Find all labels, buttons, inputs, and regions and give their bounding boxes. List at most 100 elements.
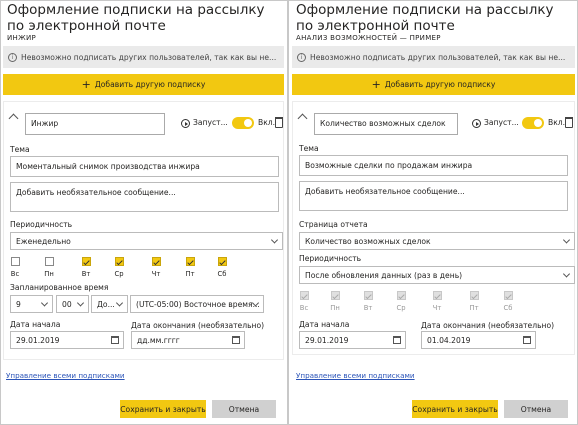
day-checkbox-fri: Пт <box>465 291 483 312</box>
end-date-value: 01.04.2019 <box>427 335 471 345</box>
checkbox-disabled-icon <box>363 291 373 300</box>
cancel-button[interactable]: Отмена <box>212 400 276 418</box>
cancel-button[interactable]: Отмена <box>504 400 568 418</box>
manage-subscriptions-link[interactable]: Управление всеми подписками <box>6 371 125 380</box>
chevron-down-icon <box>562 270 571 278</box>
collapse-chevron-icon[interactable] <box>8 113 19 124</box>
warning-text: Невозможно подписать других пользователе… <box>21 52 277 62</box>
toggle-label: Вкл. <box>258 118 276 127</box>
day-checkbox-sat: Сб <box>499 291 517 312</box>
report-page-select[interactable]: Количество возможных сделок <box>299 232 575 250</box>
run-now-icon[interactable] <box>472 119 481 128</box>
calendar-icon[interactable] <box>232 336 240 344</box>
start-date-label: Дата начала <box>10 320 61 329</box>
subject-input[interactable]: Моментальный снимок производства инжира <box>10 156 279 177</box>
plus-icon: + <box>371 78 381 91</box>
chevron-down-icon <box>562 236 571 244</box>
day-checkbox-sun[interactable]: Вс <box>6 257 24 278</box>
day-checkbox-tue[interactable]: Вт <box>77 257 95 278</box>
end-date-input[interactable]: 01.04.2019 <box>421 331 536 349</box>
message-textarea[interactable]: Добавить необязательное сообщение... <box>10 182 279 212</box>
pane-subtitle: АНАЛИЗ ВОЗМОЖНОСТЕЙ — ПРИМЕР <box>296 34 441 42</box>
day-checkbox-sun: Вс <box>295 291 313 312</box>
day-checkbox-thu[interactable]: Чт <box>147 257 165 278</box>
checkbox-disabled-icon <box>396 291 406 300</box>
hour-select[interactable]: 9 <box>10 295 53 313</box>
day-label: Пн <box>330 304 340 312</box>
calendar-icon[interactable] <box>111 336 119 344</box>
frequency-select[interactable]: Еженедельно <box>10 232 283 250</box>
report-page-label: Страница отчета <box>299 220 368 229</box>
pane-title: Оформление подписки на рассылку по элект… <box>296 2 554 34</box>
pane-subtitle: ИНЖИР <box>7 34 36 42</box>
info-icon: i <box>8 52 17 62</box>
add-subscription-button[interactable]: + Добавить другую подписку <box>292 74 575 95</box>
checkbox-checked-icon <box>217 257 227 266</box>
timezone-value: (UTC-05:00) Восточное время... <box>136 299 260 309</box>
run-now-icon[interactable] <box>181 119 190 128</box>
chevron-down-icon <box>40 299 49 307</box>
warning-bar: i Невозможно подписать других пользовате… <box>3 46 284 68</box>
toggle-label: Вкл. <box>548 118 566 127</box>
checkbox-disabled-icon <box>299 291 309 300</box>
hour-value: 9 <box>16 299 21 309</box>
start-date-value: 29.01.2019 <box>305 335 349 345</box>
day-checkbox-thu: Чт <box>428 291 446 312</box>
start-date-value: 29.01.2019 <box>16 335 60 345</box>
subscription-card: Инжир Запуст... Вкл. Тема Моментальный с… <box>3 101 284 360</box>
delete-icon[interactable] <box>565 117 573 128</box>
day-checkbox-wed[interactable]: Ср <box>110 257 128 278</box>
minute-select[interactable]: 00 <box>56 295 89 313</box>
ampm-value: До... <box>97 299 115 309</box>
end-date-value: дд.мм.гггг <box>137 335 180 345</box>
subject-label: Тема <box>10 145 30 154</box>
subscription-toggle[interactable] <box>522 117 544 129</box>
checkbox-icon <box>44 257 54 266</box>
minute-value: 00 <box>62 299 72 309</box>
subscribe-pane-left: Оформление подписки на рассылку по элект… <box>0 0 287 425</box>
subscription-name-input[interactable]: Инжир <box>25 113 165 135</box>
start-date-input[interactable]: 29.01.2019 <box>299 331 406 349</box>
subscription-toggle[interactable] <box>232 117 254 129</box>
delete-icon[interactable] <box>275 117 283 128</box>
day-label: Ср <box>114 270 124 278</box>
collapse-chevron-icon[interactable] <box>297 113 308 124</box>
subject-input[interactable]: Возможные сделки по продажам инжира <box>299 155 568 176</box>
manage-subscriptions-link[interactable]: Управление всеми подписками <box>296 371 415 380</box>
calendar-icon[interactable] <box>393 336 401 344</box>
calendar-icon[interactable] <box>523 336 531 344</box>
checkbox-icon <box>10 257 20 266</box>
frequency-label: Периодичность <box>299 254 362 263</box>
checkbox-checked-icon <box>185 257 195 266</box>
frequency-label: Периодичность <box>10 220 73 229</box>
checkbox-disabled-icon <box>432 291 442 300</box>
add-subscription-button[interactable]: + Добавить другую подписку <box>3 74 284 95</box>
timezone-select[interactable]: (UTC-05:00) Восточное время... <box>130 295 264 313</box>
day-checkbox-mon: Пн <box>326 291 344 312</box>
day-label: Вт <box>363 304 373 312</box>
warning-bar: i Невозможно подписать других пользовате… <box>292 46 575 68</box>
save-and-close-button[interactable]: Сохранить и закрыть <box>412 400 498 418</box>
run-now-label[interactable]: Запуст... <box>484 118 519 127</box>
chevron-down-icon <box>115 299 124 307</box>
subscribe-pane-right: Оформление подписки на рассылку по элект… <box>289 0 578 425</box>
day-checkbox-wed: Ср <box>392 291 410 312</box>
day-checkbox-fri[interactable]: Пт <box>181 257 199 278</box>
day-checkbox-sat[interactable]: Сб <box>213 257 231 278</box>
subscription-name-input[interactable]: Количество возможных сделок <box>314 113 458 135</box>
frequency-select[interactable]: После обновления данных (раз в день) <box>299 266 575 284</box>
day-label: Чт <box>151 270 161 278</box>
info-icon: i <box>297 52 306 62</box>
save-and-close-button[interactable]: Сохранить и закрыть <box>120 400 206 418</box>
day-label: Вс <box>10 270 20 278</box>
day-checkbox-mon[interactable]: Пн <box>40 257 58 278</box>
ampm-select[interactable]: До... <box>91 295 128 313</box>
start-date-input[interactable]: 29.01.2019 <box>10 331 124 349</box>
checkbox-disabled-icon <box>503 291 513 300</box>
warning-text: Невозможно подписать других пользователе… <box>310 52 566 62</box>
end-date-input[interactable]: дд.мм.гггг <box>131 331 245 349</box>
message-textarea[interactable]: Добавить необязательное сообщение... <box>299 181 568 211</box>
day-label: Пт <box>185 270 195 278</box>
checkbox-checked-icon <box>81 257 91 266</box>
run-now-label[interactable]: Запуст... <box>193 118 228 127</box>
